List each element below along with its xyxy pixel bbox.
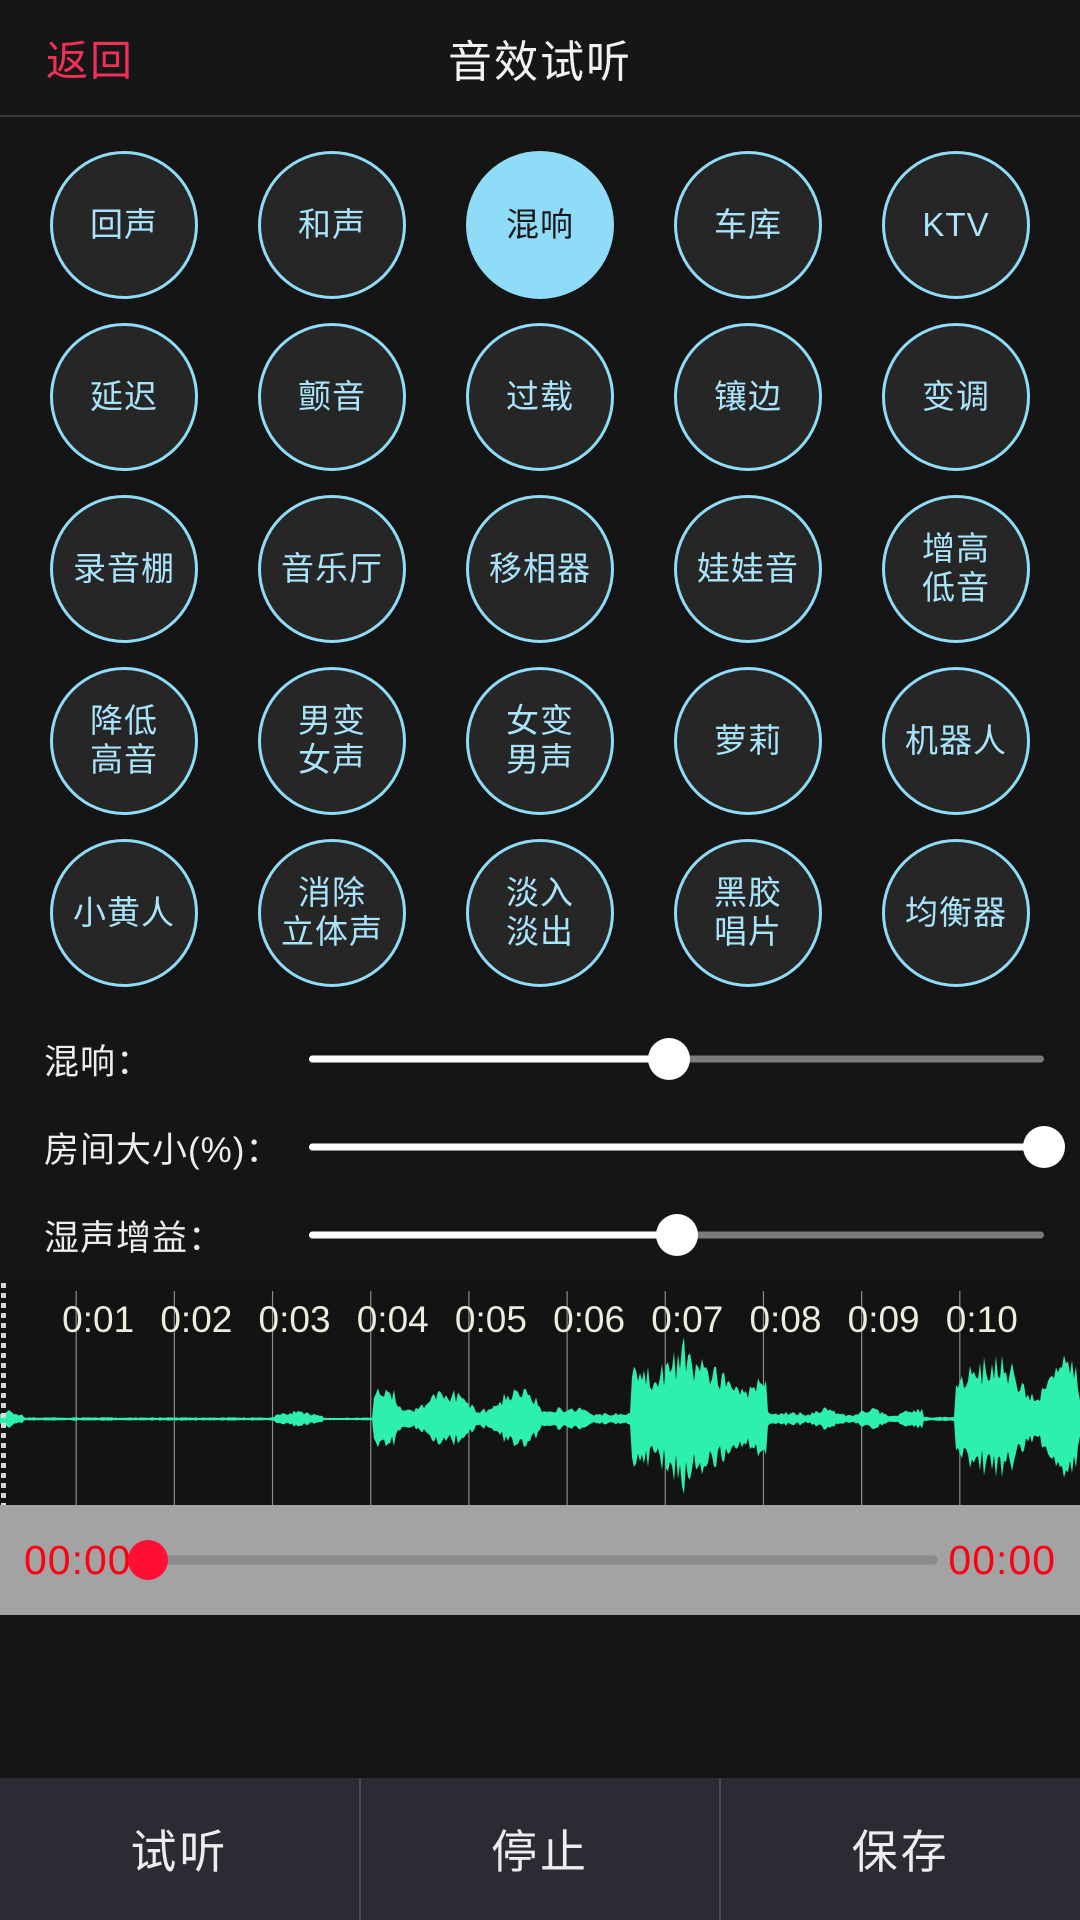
effect-label: 黑胶 唱片	[714, 874, 782, 950]
sound-effect-preview-screen: 返回 音效试听 回声 和声 混响 车库 KTV 延迟 颤音 过载 镶边 变调录音棚 音乐厅 移相器 娃娃…	[0, 0, 1080, 1920]
effect-button[interactable]: 女变 男声	[466, 667, 614, 815]
effect-label: 变调	[922, 377, 990, 415]
effect-label: 降低 高音	[90, 702, 158, 778]
effect-label: 镶边	[714, 377, 782, 415]
slider-row: 房间大小(%)：	[44, 1103, 1065, 1191]
scrubber-track-bg	[141, 1555, 939, 1565]
effect-label: 回声	[90, 205, 158, 243]
effect-label: 小黄人	[73, 893, 175, 931]
effect-button[interactable]: 淡入 淡出	[466, 839, 614, 987]
effect-label: 机器人	[905, 721, 1007, 759]
effect-button[interactable]: 男变 女声	[258, 667, 406, 815]
slider-control[interactable]	[309, 1038, 1044, 1080]
effect-label: 颤音	[298, 377, 366, 415]
bottom-action-bar: 试听 停止 保存	[0, 1778, 1080, 1920]
effect-button[interactable]: 录音棚	[50, 495, 198, 643]
effect-button[interactable]: 镶边	[674, 323, 822, 471]
effect-button[interactable]: 娃娃音	[674, 495, 822, 643]
effect-button[interactable]: 车库	[674, 151, 822, 299]
slider-track-fill	[309, 1143, 1044, 1151]
effect-button[interactable]: 颤音	[258, 323, 406, 471]
stop-button[interactable]: 停止	[358, 1778, 720, 1920]
audio-waveform	[0, 1291, 1080, 1505]
slider-row: 湿声增益：	[44, 1191, 1054, 1279]
effect-label: 车库	[714, 205, 782, 243]
back-button[interactable]: 返回	[46, 27, 134, 88]
effect-label: KTV	[922, 205, 990, 243]
spacer	[0, 1615, 1080, 1778]
header-bar: 返回 音效试听	[0, 0, 1080, 117]
effect-label: 消除 立体声	[281, 874, 383, 950]
slider-thumb[interactable]	[1023, 1126, 1065, 1168]
effect-button[interactable]: 混响	[466, 151, 614, 299]
effect-button[interactable]: 过载	[466, 323, 614, 471]
current-time-label: 00:00	[24, 1536, 132, 1583]
effect-button[interactable]: 小黄人	[50, 839, 198, 987]
playback-scrubber[interactable]: 00:00 00:00	[0, 1505, 1080, 1615]
effect-label: 女变 男声	[506, 702, 574, 778]
effect-label: 延迟	[90, 377, 158, 415]
preview-button[interactable]: 试听	[0, 1778, 359, 1920]
scrubber-thumb[interactable]	[127, 1540, 168, 1580]
effect-button[interactable]: 均衡器	[882, 839, 1030, 987]
effect-button[interactable]: 机器人	[882, 667, 1030, 815]
slider-label: 房间大小(%)：	[44, 1130, 282, 1170]
effect-button[interactable]: 黑胶 唱片	[674, 839, 822, 987]
effect-label: 均衡器	[905, 893, 1007, 931]
slider-row: 混响：	[44, 1015, 1054, 1103]
total-time-label: 00:00	[948, 1536, 1056, 1583]
effect-button[interactable]: 移相器	[466, 495, 614, 643]
slider-control[interactable]	[309, 1214, 1044, 1256]
slider-thumb[interactable]	[655, 1214, 698, 1256]
playhead-marker[interactable]	[1, 1283, 6, 1505]
slider-thumb[interactable]	[648, 1038, 691, 1080]
effects-grid: 回声 和声 混响 车库 KTV 延迟 颤音 过载 镶边 变调录音棚 音乐厅 移相器 娃娃音 增高 低音降低…	[0, 117, 1080, 1005]
effect-label: 男变 女声	[298, 702, 366, 778]
slider-track-fill	[309, 1055, 670, 1063]
effect-label: 混响	[506, 205, 574, 243]
effect-label: 录音棚	[73, 549, 175, 587]
effect-button[interactable]: 萝莉	[674, 667, 822, 815]
effect-button[interactable]: 回声	[50, 151, 198, 299]
scrubber-track[interactable]	[127, 1538, 939, 1582]
page-title: 音效试听	[448, 37, 632, 87]
effect-label: 移相器	[489, 549, 591, 587]
slider-control[interactable]	[309, 1126, 1065, 1168]
parameter-sliders: 混响： 房间大小(%)： 湿声增益：	[0, 1005, 1080, 1283]
save-button[interactable]: 保存	[719, 1778, 1080, 1920]
effect-label: 增高 低音	[922, 530, 990, 606]
effect-label: 萝莉	[714, 721, 782, 759]
effect-label: 音乐厅	[281, 549, 383, 587]
effect-button[interactable]: 消除 立体声	[258, 839, 406, 987]
effect-button[interactable]: 音乐厅	[258, 495, 406, 643]
effect-button[interactable]: 延迟	[50, 323, 198, 471]
effect-label: 娃娃音	[697, 549, 799, 587]
effect-label: 过载	[506, 377, 574, 415]
effect-label: 和声	[298, 205, 366, 243]
effect-label: 淡入 淡出	[506, 874, 574, 950]
slider-label: 混响：	[44, 1042, 153, 1082]
effect-button[interactable]: 降低 高音	[50, 667, 198, 815]
effect-button[interactable]: KTV	[882, 151, 1030, 299]
effect-button[interactable]: 增高 低音	[882, 495, 1030, 643]
slider-label: 湿声增益：	[44, 1218, 225, 1258]
effect-button[interactable]: 变调	[882, 323, 1030, 471]
slider-track-fill	[309, 1231, 677, 1239]
waveform-area[interactable]: 0:01 0:02 0:03 0:04 0:05 0:06 0:07 0:08 0:09 0:10	[0, 1283, 1080, 1505]
effect-button[interactable]: 和声	[258, 151, 406, 299]
